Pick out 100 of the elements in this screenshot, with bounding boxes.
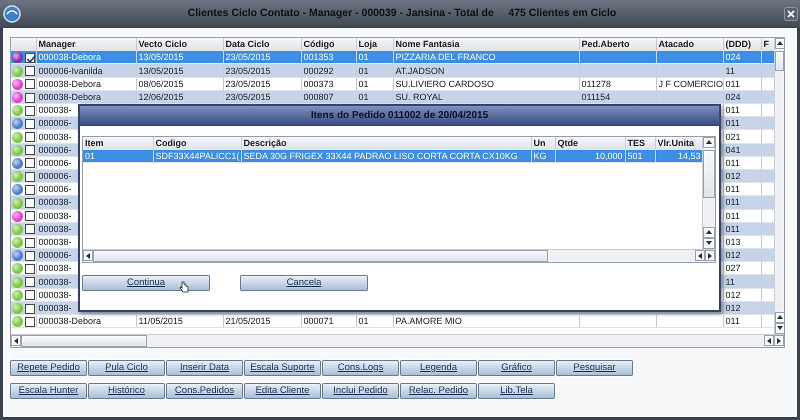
table-cell: 000006- <box>38 184 72 194</box>
table-cell: 01 <box>358 92 369 102</box>
table-cell: 000006- <box>38 171 72 182</box>
table-cell: 000006- <box>38 118 72 128</box>
table-cell: 10,000 <box>594 151 622 162</box>
checkbox[interactable] <box>25 316 35 327</box>
checkbox[interactable] <box>25 238 35 248</box>
table-cell: 000038-Debora <box>38 52 102 62</box>
action-button[interactable]: Cons.Logs <box>322 360 399 376</box>
table-cell: 000038- <box>38 290 72 300</box>
dialog-button[interactable]: Cancela <box>240 274 368 291</box>
column-header[interactable]: Loja <box>356 38 393 51</box>
checkbox[interactable] <box>25 224 35 234</box>
table-cell: 012 <box>726 171 741 182</box>
action-button[interactable]: Inserir Data <box>166 360 243 376</box>
table-cell: 012 <box>726 290 741 300</box>
scroll-left-icon[interactable] <box>764 335 774 346</box>
checkbox[interactable] <box>25 211 35 222</box>
column-header[interactable]: Ped.Aberto <box>579 38 656 51</box>
checkbox[interactable] <box>25 250 35 261</box>
scroll-up-icon[interactable] <box>703 226 715 238</box>
table-cell: 000071 <box>304 316 334 326</box>
column-header[interactable]: Código <box>301 38 356 51</box>
scroll-right-icon[interactable] <box>774 335 784 346</box>
checkbox[interactable] <box>25 145 35 156</box>
column-header[interactable]: F <box>761 38 774 51</box>
checkbox[interactable] <box>25 92 35 103</box>
column-header[interactable]: Qtde <box>555 136 625 150</box>
scroll-up-icon[interactable] <box>775 312 785 323</box>
scrollbar-thumb[interactable] <box>93 250 548 262</box>
table-cell: PA.AMORE MIO <box>396 316 462 326</box>
table-cell: 01 <box>358 66 369 76</box>
column-header[interactable]: Data Ciclo <box>223 38 301 51</box>
column-header[interactable]: Item <box>83 136 153 150</box>
checkbox[interactable] <box>25 52 35 63</box>
table-cell: 23/05/2015 <box>226 78 271 89</box>
checkbox[interactable] <box>25 158 35 168</box>
checkbox[interactable] <box>25 66 35 76</box>
column-header[interactable]: (DDD) <box>723 38 761 51</box>
table-cell: 11/05/2015 <box>138 316 183 326</box>
checkbox[interactable] <box>25 304 35 314</box>
action-button[interactable]: Pesquisar <box>556 360 633 376</box>
table-cell: 000038- <box>38 237 72 248</box>
action-button[interactable]: Relac. Pedido <box>400 382 477 399</box>
column-header[interactable]: Codigo <box>153 136 241 150</box>
action-button[interactable]: Edita Cliente <box>244 382 321 399</box>
column-header[interactable]: Nome Fantasia <box>393 38 579 51</box>
scroll-left-icon[interactable] <box>11 335 21 346</box>
column-header[interactable]: Un <box>531 136 555 150</box>
action-button[interactable]: Histórico <box>88 382 165 399</box>
table-cell: 23/05/2015 <box>226 92 271 102</box>
action-button[interactable]: Pula Ciclo <box>88 360 165 376</box>
column-header[interactable]: Manager <box>36 38 136 51</box>
scroll-down-icon[interactable] <box>775 322 785 334</box>
table-cell: 000006- <box>38 144 72 155</box>
action-button[interactable]: Lib.Tela <box>478 382 555 399</box>
checkbox[interactable] <box>25 118 35 129</box>
close-icon[interactable] <box>784 6 798 21</box>
column-header[interactable]: Vlr.Unita <box>655 136 702 150</box>
scroll-right-icon[interactable] <box>705 250 715 262</box>
scrollbar-thumb[interactable] <box>703 150 715 198</box>
action-button[interactable]: Cons.Pedidos <box>166 382 243 399</box>
column-header[interactable]: TES <box>625 136 655 150</box>
column-header[interactable]: Vecto Ciclo <box>136 38 223 51</box>
checkbox[interactable] <box>25 290 35 300</box>
checkbox[interactable] <box>25 79 35 90</box>
scroll-up-icon[interactable] <box>775 38 785 49</box>
table-cell: 01 <box>358 78 369 89</box>
table-cell: 000006- <box>38 250 72 260</box>
checkbox[interactable] <box>25 198 35 208</box>
checkbox[interactable] <box>25 172 35 182</box>
table-cell: 14,53 <box>678 151 700 162</box>
scroll-left-icon[interactable] <box>695 250 705 262</box>
scroll-left-icon[interactable] <box>83 250 93 262</box>
checkbox[interactable] <box>25 277 35 288</box>
checkbox[interactable] <box>25 264 35 274</box>
action-button[interactable]: Legenda <box>400 360 477 376</box>
column-header[interactable]: Atacado <box>656 38 723 51</box>
scrollbar-thumb[interactable] <box>775 50 784 71</box>
table-cell: 501 <box>628 151 643 162</box>
action-button[interactable]: Repete Pedido <box>10 360 87 376</box>
checkbox[interactable] <box>25 106 35 116</box>
table-cell: 011154 <box>582 92 610 102</box>
dialog-button[interactable]: Continua <box>82 274 210 291</box>
table-cell: 024 <box>726 92 741 102</box>
scrollbar-thumb[interactable] <box>21 334 147 347</box>
table-cell: PIZZARIA DEL FRANCO <box>396 52 496 62</box>
table-cell: 000006-Ivanilda <box>38 66 103 76</box>
table-cell: KG <box>534 151 547 162</box>
table-cell: 13/05/2015 <box>138 66 184 76</box>
table-cell: 000038- <box>38 210 72 221</box>
scroll-up-icon[interactable] <box>703 136 715 148</box>
action-button[interactable]: Gráfico <box>478 360 555 376</box>
checkbox[interactable] <box>25 132 35 142</box>
scroll-down-icon[interactable] <box>703 238 715 249</box>
action-button[interactable]: Escala Hunter <box>10 382 87 399</box>
column-header[interactable]: Descrição <box>241 136 531 150</box>
action-button[interactable]: Inclui Pedido <box>322 382 399 399</box>
action-button[interactable]: Escala Suporte <box>244 360 321 376</box>
checkbox[interactable] <box>25 184 35 195</box>
